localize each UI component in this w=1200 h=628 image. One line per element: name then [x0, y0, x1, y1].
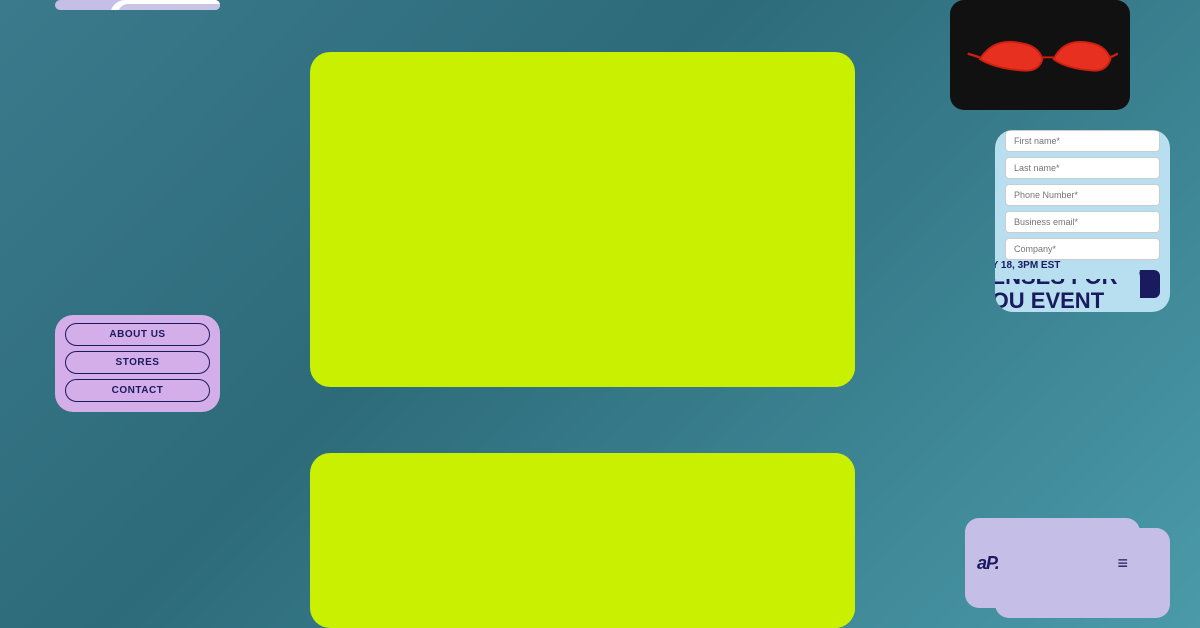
card-brand-small: aP. ≡ — [995, 528, 1170, 618]
card-product-grid: aP. Products About Stores 🛒 3 STOP — [310, 453, 855, 628]
event-date: MAY 18, 3PM EST — [995, 260, 1140, 279]
first-name-field[interactable] — [1005, 130, 1160, 152]
product-grid: STOP — [620, 508, 855, 628]
small-brand-logo: aP. — [977, 553, 999, 574]
contact-button[interactable]: CONTACT — [65, 379, 210, 402]
company-field[interactable] — [1005, 238, 1160, 260]
phone-field[interactable] — [1005, 184, 1160, 206]
card-main-hero: aP. Products About Stores 🛒 2 COLLECTION… — [310, 52, 855, 387]
card-new-collection-mobile: aP. ≡ NEW COLLECTION ABOUT US STORES CON… — [55, 315, 220, 412]
email-field[interactable] — [1005, 211, 1160, 233]
product-image-green — [118, 4, 220, 10]
last-name-field[interactable] — [1005, 157, 1160, 179]
registration-form — [995, 130, 1170, 260]
card-event-registration: aP. ≡ LENSES FOR YOU EVENT MAY 18, 3PM E… — [995, 130, 1170, 312]
navigation-buttons: ABOUT US STORES CONTACT — [55, 315, 220, 402]
small-menu-icon[interactable]: ≡ — [1117, 553, 1128, 574]
small-card-header: aP. ≡ — [965, 518, 1140, 608]
about-us-button[interactable]: ABOUT US — [65, 323, 210, 346]
hero-content: COLLECTION 2023 IS HERE — [620, 104, 855, 387]
stores-button[interactable]: STORES — [65, 351, 210, 374]
card-product-mobile: ADD TO CART — [55, 0, 220, 10]
card-tablet-product — [950, 0, 1130, 110]
